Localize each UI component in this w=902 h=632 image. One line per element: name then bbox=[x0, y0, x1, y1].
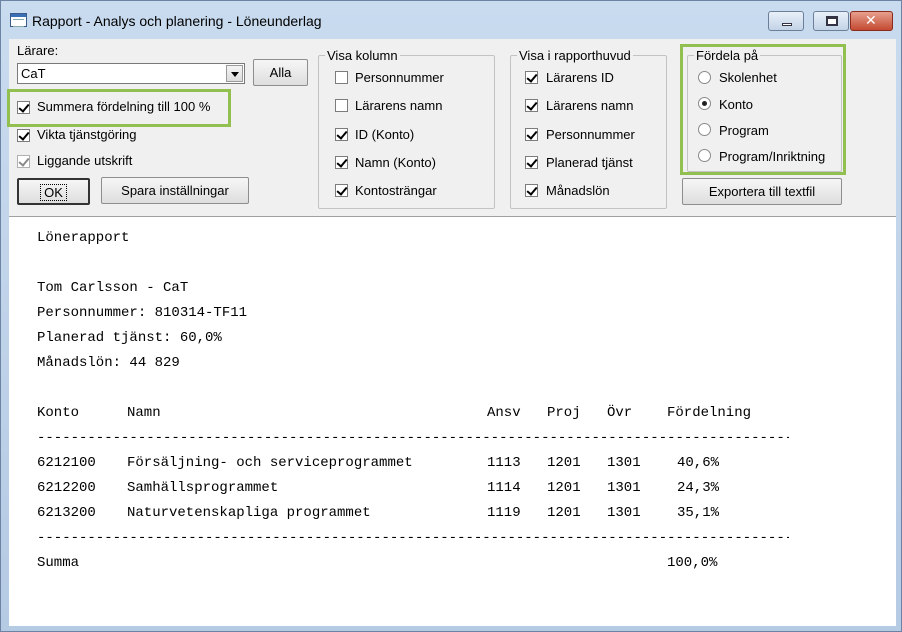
separator-top: ----------------------------------------… bbox=[37, 430, 789, 446]
save-settings-button[interactable]: Spara inställningar bbox=[101, 177, 249, 204]
header-monthly-salary-label: Månadslön bbox=[546, 183, 610, 198]
column-teacher-name-checkbox[interactable] bbox=[335, 99, 348, 112]
row-2-konto: 6212200 bbox=[37, 480, 96, 496]
column-header-ovr: Övr bbox=[607, 405, 633, 421]
chevron-down-icon[interactable] bbox=[226, 65, 243, 82]
maximize-icon bbox=[826, 16, 838, 26]
teacher-select[interactable]: CaT bbox=[17, 63, 245, 84]
column-header-konto: Konto bbox=[37, 405, 80, 421]
sum-label: Summa bbox=[37, 555, 80, 571]
row-3-ovr: 1301 bbox=[607, 505, 641, 521]
teacher-select-value: CaT bbox=[21, 66, 46, 81]
row-2-ovr: 1301 bbox=[607, 480, 641, 496]
row-2-fordelning: 24,3% bbox=[677, 480, 720, 496]
header-teacher-id-label: Lärarens ID bbox=[546, 70, 614, 85]
column-teacher-name-label: Lärarens namn bbox=[355, 98, 443, 113]
row-3-fordelning: 35,1% bbox=[677, 505, 720, 521]
separator-bottom: ----------------------------------------… bbox=[37, 530, 789, 546]
row-1-fordelning: 40,6% bbox=[677, 455, 720, 471]
header-ssn-checkbox[interactable] bbox=[525, 128, 538, 141]
window-icon bbox=[10, 13, 27, 27]
show-header-title: Visa i rapporthuvud bbox=[517, 48, 633, 63]
sum-value: 100,0% bbox=[667, 555, 718, 571]
row-3-proj: 1201 bbox=[547, 505, 581, 521]
sum-to-100-checkbox[interactable] bbox=[17, 101, 30, 114]
column-account-name-checkbox[interactable] bbox=[335, 156, 348, 169]
column-header-namn: Namn bbox=[127, 405, 161, 421]
maximize-button[interactable] bbox=[813, 11, 849, 31]
row-3-konto: 6213200 bbox=[37, 505, 96, 521]
distribute-program-orientation-label: Program/Inriktning bbox=[719, 149, 826, 164]
row-1-ansv: 1113 bbox=[487, 455, 521, 471]
header-monthly-salary-checkbox[interactable] bbox=[525, 184, 538, 197]
column-account-strings-label: Kontosträngar bbox=[355, 183, 437, 198]
row-1-namn: Försäljning- och serviceprogrammet bbox=[127, 455, 413, 471]
report-monthly-salary: Månadslön: 44 829 bbox=[37, 355, 180, 371]
ok-button[interactable]: OK bbox=[17, 178, 90, 205]
header-planned-service-label: Planerad tjänst bbox=[546, 155, 633, 170]
minimize-icon bbox=[782, 23, 792, 26]
distribute-program-radio[interactable] bbox=[698, 123, 711, 136]
row-1-proj: 1201 bbox=[547, 455, 581, 471]
sum-to-100-label: Summera fördelning till 100 % bbox=[37, 99, 211, 114]
show-columns-title: Visa kolumn bbox=[325, 48, 400, 63]
distribute-program-label: Program bbox=[719, 123, 769, 138]
report-ssn: Personnummer: 810314-TF11 bbox=[37, 305, 248, 321]
header-teacher-id-checkbox[interactable] bbox=[525, 71, 538, 84]
distribute-title: Fördela på bbox=[694, 48, 761, 63]
column-account-id-label: ID (Konto) bbox=[355, 127, 415, 142]
landscape-print-checkbox bbox=[17, 155, 30, 168]
row-2-ansv: 1114 bbox=[487, 480, 521, 496]
landscape-print-label: Liggande utskrift bbox=[37, 153, 133, 168]
close-icon: ✕ bbox=[865, 13, 877, 29]
close-button[interactable]: ✕ bbox=[850, 11, 893, 31]
row-2-proj: 1201 bbox=[547, 480, 581, 496]
row-1-konto: 6212100 bbox=[37, 455, 96, 471]
settings-panel: Lärare: CaT Alla Summera fördelning till… bbox=[7, 39, 896, 216]
weight-service-checkbox[interactable] bbox=[17, 129, 30, 142]
row-2-namn: Samhällsprogrammet bbox=[127, 480, 279, 496]
row-1-ovr: 1301 bbox=[607, 455, 641, 471]
minimize-button[interactable] bbox=[768, 11, 804, 31]
weight-service-label: Vikta tjänstgöring bbox=[37, 127, 137, 142]
column-ssn-checkbox[interactable] bbox=[335, 71, 348, 84]
report-window: Rapport - Analys och planering - Löneund… bbox=[0, 0, 902, 632]
header-planned-service-checkbox[interactable] bbox=[525, 156, 538, 169]
row-3-namn: Naturvetenskapliga programmet bbox=[127, 505, 371, 521]
ok-button-label: OK bbox=[40, 184, 67, 201]
header-teacher-name-label: Lärarens namn bbox=[546, 98, 634, 113]
all-button[interactable]: Alla bbox=[253, 59, 308, 86]
window-title: Rapport - Analys och planering - Löneund… bbox=[32, 13, 322, 29]
column-account-strings-checkbox[interactable] bbox=[335, 184, 348, 197]
column-header-fordelning: Fördelning bbox=[667, 405, 752, 421]
column-ssn-label: Personnummer bbox=[355, 70, 444, 85]
title-bar[interactable]: Rapport - Analys och planering - Löneund… bbox=[1, 1, 901, 41]
column-account-id-checkbox[interactable] bbox=[335, 128, 348, 141]
header-teacher-name-checkbox[interactable] bbox=[525, 99, 538, 112]
export-text-file-button[interactable]: Exportera till textfil bbox=[682, 178, 842, 205]
header-ssn-label: Personnummer bbox=[546, 127, 635, 142]
distribute-school-unit-label: Skolenhet bbox=[719, 70, 777, 85]
report-view[interactable]: Lönerapport Tom Carlsson - CaT Personnum… bbox=[9, 216, 896, 626]
report-planned-service: Planerad tjänst: 60,0% bbox=[37, 330, 222, 346]
report-person: Tom Carlsson - CaT bbox=[37, 280, 189, 296]
row-3-ansv: 1119 bbox=[487, 505, 521, 521]
column-header-ansv: Ansv bbox=[487, 405, 521, 421]
distribute-program-orientation-radio[interactable] bbox=[698, 149, 711, 162]
column-header-proj: Proj bbox=[547, 405, 581, 421]
column-account-name-label: Namn (Konto) bbox=[355, 155, 436, 170]
teacher-label: Lärare: bbox=[17, 43, 59, 58]
distribute-account-radio[interactable] bbox=[698, 97, 711, 110]
report-heading: Lönerapport bbox=[37, 230, 130, 246]
distribute-account-label: Konto bbox=[719, 97, 753, 112]
distribute-school-unit-radio[interactable] bbox=[698, 71, 711, 84]
